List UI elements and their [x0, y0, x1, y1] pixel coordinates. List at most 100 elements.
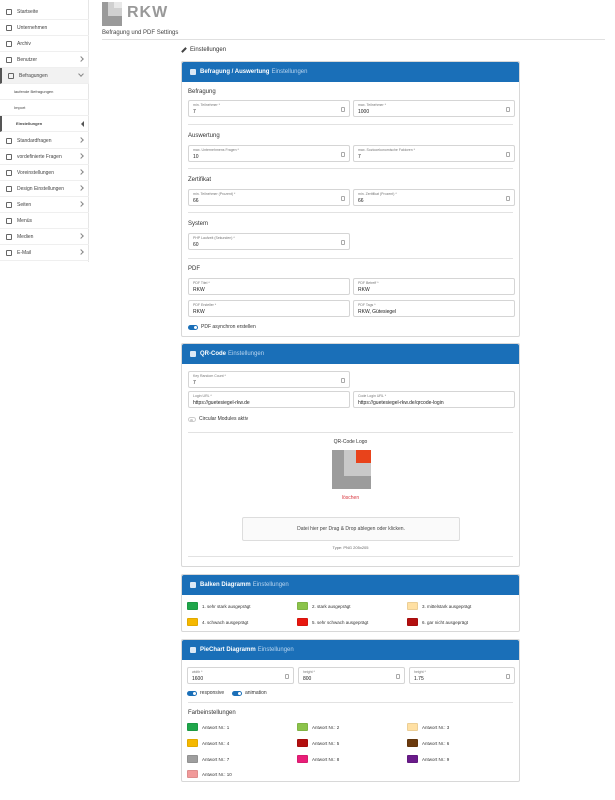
color-swatch[interactable] — [187, 602, 198, 610]
pdf-ersteller-field[interactable]: PDF Ersteller * RKW — [188, 300, 350, 317]
min-teilnehmer-prozent-field[interactable]: min. Teilnehmer (Prozent) * 66 — [188, 189, 350, 206]
key-random-count-field[interactable]: Key Random Count * 7 — [188, 371, 350, 388]
color-option[interactable]: 5. sehr schwach ausgeprägt — [297, 618, 368, 626]
card-title-suffix: Einstellungen — [271, 69, 308, 75]
pdf-async-toggle[interactable]: PDF asynchron erstellen — [188, 324, 256, 330]
color-option[interactable]: Antwort Nr.: 7 — [187, 755, 229, 763]
height-field[interactable]: height * 800 — [298, 667, 405, 684]
color-swatch[interactable] — [407, 602, 418, 610]
stepper-icon[interactable] — [341, 378, 345, 383]
color-option[interactable]: Antwort Nr.: 3 — [407, 723, 449, 731]
toggle-switch-icon[interactable] — [188, 416, 196, 422]
width-field[interactable]: width * 1600 — [187, 667, 294, 684]
max-soziooekonomische-field[interactable]: max. Soziooekonomische Faktoren * 7 — [353, 145, 515, 162]
min-zertifikat-prozent-field[interactable]: min. Zertifikat (Prozent) * 66 — [353, 189, 515, 206]
color-swatch[interactable] — [407, 618, 418, 626]
animation-toggle[interactable]: animation — [232, 690, 267, 696]
color-swatch[interactable] — [407, 739, 418, 747]
circular-modules-toggle[interactable]: Circular Modules aktiv — [188, 416, 248, 422]
sidebar-item-startseite[interactable]: Startseite — [0, 4, 89, 20]
color-swatch[interactable] — [297, 755, 308, 763]
color-swatch[interactable] — [407, 755, 418, 763]
stepper-icon[interactable] — [506, 107, 510, 112]
toggle-switch-icon[interactable] — [232, 690, 242, 696]
sidebar-item-befragungen[interactable]: Befragungen — [0, 68, 89, 84]
sidebar-item-import[interactable]: Import — [0, 100, 89, 116]
color-label: 6. gar nicht ausgeprägt — [422, 619, 469, 625]
color-option[interactable]: 6. gar nicht ausgeprägt — [407, 618, 468, 626]
color-label: Antwort Nr.: 6 — [422, 740, 450, 746]
sidebar-item-einstellungen[interactable]: Einstellungen — [0, 116, 89, 132]
pdf-tags-field[interactable]: PDF Tags * RKW, Gütesiegel — [353, 300, 515, 317]
color-swatch[interactable] — [187, 618, 198, 626]
color-swatch[interactable] — [187, 770, 198, 778]
befragung-settings-card: Befragung / Auswertung Einstellungen Befr… — [181, 61, 520, 337]
sidebar-item-unternehmen[interactable]: Unternehmen — [0, 20, 89, 36]
stepper-icon[interactable] — [341, 152, 345, 157]
pdf-betreff-field[interactable]: PDF Betreff * RKW — [353, 278, 515, 295]
file-dropzone[interactable]: Datei hier per Drag & Drop ablegen oder … — [242, 517, 460, 541]
sidebar-item-medien[interactable]: Medien — [0, 229, 89, 245]
sidebar-item-seiten[interactable]: Seiten — [0, 197, 89, 213]
color-swatch[interactable] — [187, 739, 198, 747]
color-option[interactable]: Antwort Nr.: 2 — [297, 723, 339, 731]
sidebar-item-menues[interactable]: Menüs — [0, 213, 89, 229]
divider — [188, 124, 513, 125]
color-option[interactable]: 3. mittelstark ausgeprägt — [407, 602, 471, 610]
sidebar-item-standardfragen[interactable]: Standardfragen — [0, 133, 89, 149]
color-option[interactable]: 2. stark ausgeprägt — [297, 602, 351, 610]
color-option[interactable]: Antwort Nr.: 8 — [297, 755, 339, 763]
toggle-switch-icon[interactable] — [187, 690, 197, 696]
field-value: 66 — [358, 198, 364, 204]
sidebar-item-label: Einstellungen — [16, 121, 43, 126]
login-url-field[interactable]: Login URL * https://guetesiegel-rkw.de — [188, 391, 350, 408]
clipboard-icon — [8, 72, 14, 79]
color-option[interactable]: Antwort Nr.: 6 — [407, 739, 449, 747]
color-swatch[interactable] — [187, 755, 198, 763]
stepper-icon[interactable] — [506, 674, 510, 679]
color-swatch[interactable] — [407, 723, 418, 731]
sidebar-item-archiv[interactable]: Archiv — [0, 36, 89, 52]
color-option[interactable]: 1. sehr stark ausgeprägt — [187, 602, 251, 610]
stepper-icon[interactable] — [285, 674, 289, 679]
color-swatch[interactable] — [187, 723, 198, 731]
sidebar-item-voreinstellungen[interactable]: Voreinstellungen — [0, 165, 89, 181]
color-option[interactable]: Antwort Nr.: 5 — [297, 739, 339, 747]
max-teilnehmer-field[interactable]: max. Teilnehmer * 1000 — [353, 100, 515, 117]
toggle-switch-icon[interactable] — [188, 324, 198, 330]
sidebar-item-design-einstellungen[interactable]: Design Einstellungen — [0, 181, 89, 197]
max-unternehmens-fragen-field[interactable]: max. Unternehmens Fragen * 10 — [188, 145, 350, 162]
field-label: min. Teilnehmer * — [193, 103, 220, 107]
section-title-pdf: PDF — [188, 266, 200, 272]
sidebar-item-laufende-befragungen[interactable]: laufende Befragungen — [0, 84, 89, 100]
php-laufzeit-field[interactable]: PHP Laufzeit (Sekunden) * 60 — [188, 233, 350, 250]
delete-logo-link[interactable]: löschen — [182, 495, 519, 501]
color-option[interactable]: 4. schwach ausgeprägt — [187, 618, 248, 626]
sidebar-item-email[interactable]: E-Mail — [0, 245, 89, 261]
color-label: Antwort Nr.: 9 — [422, 756, 450, 762]
stepper-icon[interactable] — [506, 196, 510, 201]
min-teilnehmer-field[interactable]: min. Teilnehmer * 7 — [188, 100, 350, 117]
stepper-icon[interactable] — [341, 240, 345, 245]
stepper-icon[interactable] — [396, 674, 400, 679]
color-option[interactable]: Antwort Nr.: 1 — [187, 723, 229, 731]
stepper-icon[interactable] — [341, 196, 345, 201]
color-option[interactable]: Antwort Nr.: 9 — [407, 755, 449, 763]
sidebar-item-vordefinierte-fragen[interactable]: vordefinierte Fragen — [0, 149, 89, 165]
color-option[interactable]: Antwort Nr.: 4 — [187, 739, 229, 747]
stepper-icon[interactable] — [341, 107, 345, 112]
code-login-url-field[interactable]: Code Login URL * https://guetesiegel-rkw.… — [353, 391, 515, 408]
responsive-toggle[interactable]: responsive — [187, 690, 224, 696]
stepper-icon[interactable] — [506, 152, 510, 157]
pdf-titel-field[interactable]: PDF Titel * RKW — [188, 278, 350, 295]
color-swatch[interactable] — [297, 618, 308, 626]
divider — [188, 556, 513, 557]
sidebar-item-benutzer[interactable]: Benutzer — [0, 52, 89, 68]
image-icon — [6, 233, 12, 240]
color-swatch[interactable] — [297, 602, 308, 610]
mail-icon — [6, 249, 12, 256]
color-swatch[interactable] — [297, 739, 308, 747]
ratio-field[interactable]: height * 1.75 — [409, 667, 515, 684]
color-option[interactable]: Antwort Nr.: 10 — [187, 770, 232, 778]
color-swatch[interactable] — [297, 723, 308, 731]
